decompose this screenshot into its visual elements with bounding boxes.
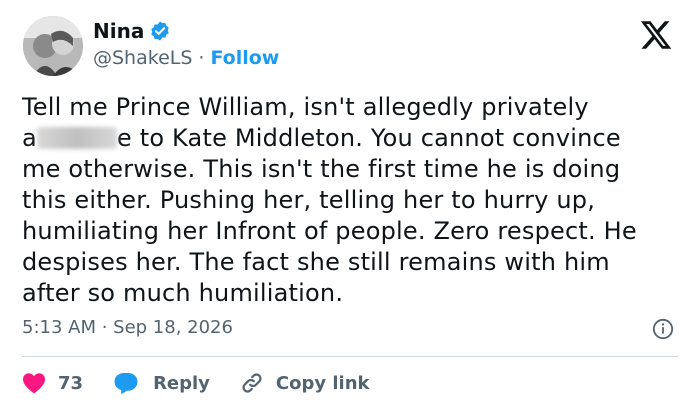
follow-button[interactable]: Follow [210, 47, 279, 69]
link-icon [242, 373, 262, 393]
name-row: Nina [93, 18, 171, 44]
info-icon[interactable] [652, 318, 674, 340]
tweet-line: this either. Pushing her, telling her to… [22, 186, 596, 214]
tweet-line: humiliating her Infront of people. Zero … [22, 217, 637, 245]
tweet-line: despises her. The fact she still remains… [22, 248, 610, 276]
user-handle[interactable]: @ShakeLS [93, 47, 192, 69]
verified-badge-icon [149, 20, 171, 42]
tweet-line: a e to Kate Middleton. You cannot convinc… [22, 123, 682, 154]
censored-word-blur [36, 127, 117, 149]
reply-label: Reply [153, 372, 210, 394]
reply-bubble-icon [114, 373, 138, 395]
heart-icon [23, 373, 45, 394]
tweet-card: Nina @ShakeLS · Follow Tell me Prince Wi… [0, 0, 700, 409]
tweet-line: me otherwise. This isn't the first time … [22, 155, 621, 183]
avatar[interactable] [23, 16, 83, 76]
tweet-timestamp[interactable]: 5:13 AM · Sep 18, 2026 [22, 317, 233, 338]
tweet-line-rest: e to Kate Middleton. You cannot convince [116, 124, 621, 152]
reply-button[interactable]: Reply [113, 371, 210, 395]
display-name[interactable]: Nina [93, 19, 144, 43]
copy-link-button[interactable]: Copy link [240, 371, 370, 395]
tweet-line: after so much humiliation. [22, 279, 344, 307]
like-count: 73 [58, 372, 84, 394]
separator-dot: · [198, 47, 205, 69]
copy-link-label: Copy link [275, 372, 370, 394]
handle-row: @ShakeLS · Follow [93, 47, 279, 69]
tweet-text: Tell me Prince William, isn't allegedly … [22, 92, 682, 309]
divider [22, 356, 678, 357]
tweet-line-prefix: a [22, 124, 37, 152]
x-logo-icon[interactable] [639, 18, 673, 52]
action-bar: 73 Reply Copy link [22, 368, 400, 398]
tweet-line: Tell me Prince William, isn't allegedly … [22, 93, 589, 121]
like-button[interactable]: 73 [22, 372, 83, 394]
